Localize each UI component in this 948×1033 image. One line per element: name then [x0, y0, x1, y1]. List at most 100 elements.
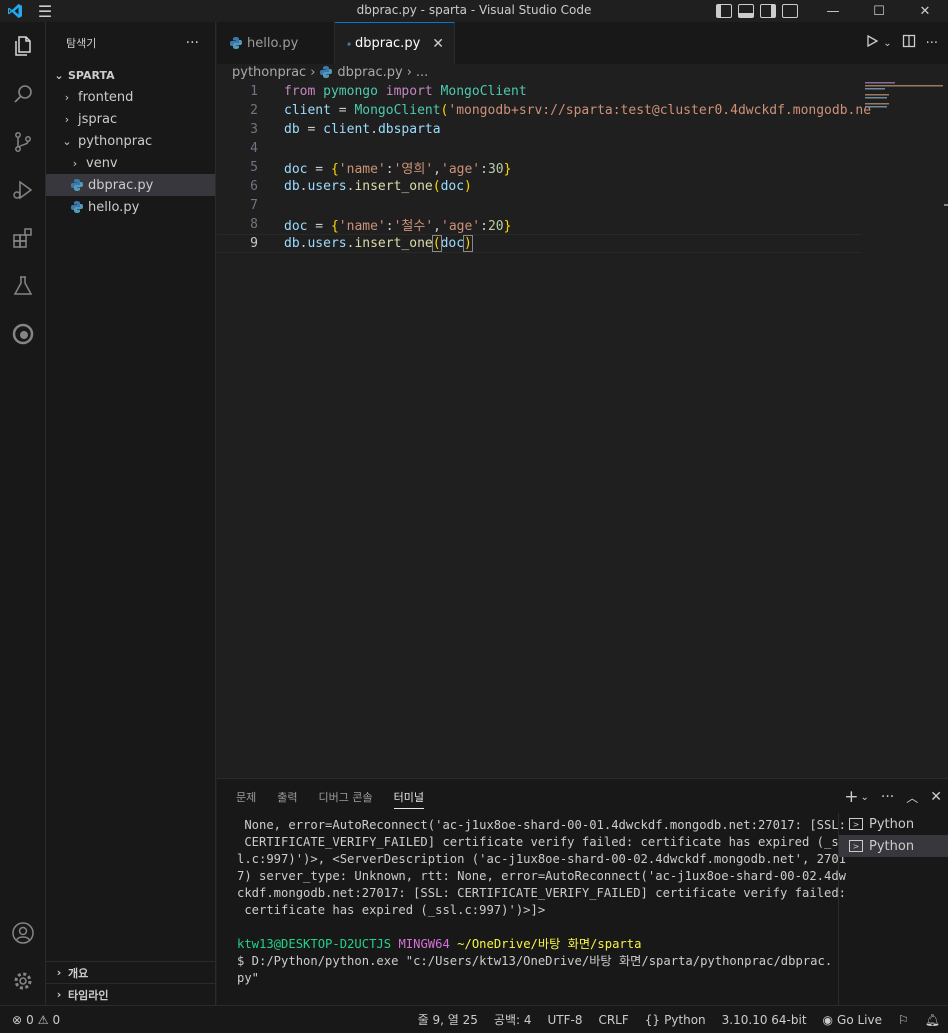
tree-folder-pythonprac[interactable]: ⌄ pythonprac	[46, 130, 215, 152]
source-control-icon[interactable]	[0, 118, 46, 166]
problems-indicator[interactable]: ⊗ 0 ⚠ 0	[0, 1013, 60, 1027]
toggle-primary-sidebar-icon[interactable]	[716, 4, 732, 18]
close-panel-icon[interactable]: ✕	[930, 789, 942, 805]
terminal-instance-label: Python	[869, 838, 915, 854]
tree-folder-jsprac[interactable]: › jsprac	[46, 108, 215, 130]
tree-folder-venv[interactable]: › venv	[46, 152, 215, 174]
editor-tabs: hello.py dbprac.py ✕ ⌄ ···	[217, 22, 948, 64]
line-number: 1	[250, 84, 258, 99]
line-number: 8	[250, 217, 258, 232]
terminal-icon: >	[849, 818, 863, 830]
indentation[interactable]: 공백: 4	[486, 1011, 540, 1028]
terminal-list: > Python > Python	[838, 813, 948, 1006]
breadcrumb-file[interactable]: dbprac.py	[337, 65, 402, 80]
terminal-line: 7) server_type: Unknown, rtt: None, erro…	[237, 869, 847, 883]
tree-file-dbprac[interactable]: dbprac.py	[46, 174, 215, 196]
account-icon[interactable]	[0, 909, 46, 957]
explorer-sidebar: 탐색기 ··· ⌄ SPARTA › frontend › jsprac ⌄ p…	[46, 22, 216, 1005]
run-dropdown-chevron-icon[interactable]: ⌄	[883, 38, 891, 49]
tab-label: hello.py	[247, 35, 299, 51]
code-text: db.users.insert_one(doc)	[284, 179, 472, 194]
code-text: doc = {'name':'철수','age':20}	[284, 219, 512, 234]
editor-more-actions-icon[interactable]: ···	[926, 36, 938, 51]
bottom-panel: 문제 출력 디버그 콘솔 터미널 + ⌄ ··· ︿ ✕ None, error…	[217, 778, 948, 1006]
tab-problems[interactable]: 문제	[229, 779, 263, 815]
go-live-button[interactable]: ◉ Go Live	[815, 1013, 890, 1027]
tab-terminal[interactable]: 터미널	[387, 779, 431, 815]
vscode-logo-icon[interactable]	[0, 0, 30, 22]
settings-gear-icon[interactable]	[0, 957, 46, 1005]
breadcrumb-more[interactable]: ...	[416, 65, 428, 80]
close-window-button[interactable]: ✕	[902, 0, 948, 22]
code-line: 7	[217, 196, 862, 215]
workspace-root-label: SPARTA	[68, 68, 115, 82]
outline-label: 개요	[68, 966, 89, 980]
tree-item-label: pythonprac	[78, 133, 153, 149]
toggle-secondary-sidebar-icon[interactable]	[760, 4, 776, 18]
encoding[interactable]: UTF-8	[539, 1013, 590, 1027]
code-text: doc = {'name':'영희','age':30}	[284, 162, 512, 177]
terminal-instance-active[interactable]: > Python	[839, 835, 948, 857]
testing-icon[interactable]	[0, 262, 46, 310]
maximize-panel-icon[interactable]: ︿	[906, 789, 918, 806]
tab-output[interactable]: 출력	[270, 779, 304, 815]
timeline-label: 타임라인	[68, 988, 109, 1002]
tab-debug-console[interactable]: 디버그 콘솔	[312, 779, 380, 815]
tab-dbprac-py[interactable]: dbprac.py ✕	[335, 22, 455, 64]
minimize-button[interactable]: —	[810, 0, 856, 22]
customize-layout-icon[interactable]	[782, 4, 798, 18]
language-mode[interactable]: {} Python	[637, 1013, 714, 1027]
search-icon[interactable]	[0, 70, 46, 118]
breadcrumb-folder[interactable]: pythonprac	[232, 65, 306, 80]
more-actions-icon[interactable]: ···	[186, 35, 199, 51]
terminal-command: py"	[237, 971, 260, 985]
terminal-output[interactable]: None, error=AutoReconnect('ac-j1ux8oe-sh…	[237, 817, 847, 987]
run-python-file-icon[interactable]	[865, 34, 879, 52]
extensions-icon[interactable]	[0, 214, 46, 262]
line-number: 5	[250, 160, 258, 175]
timeline-section[interactable]: › 타임라인	[46, 983, 216, 1005]
minimap[interactable]	[865, 82, 945, 122]
warning-count: 0	[52, 1012, 61, 1027]
maximize-button[interactable]: ☐	[856, 0, 902, 22]
tree-folder-frontend[interactable]: › frontend	[46, 86, 215, 108]
edge-devtools-icon[interactable]	[0, 310, 46, 358]
tree-item-label: venv	[86, 155, 118, 171]
outline-section[interactable]: › 개요	[46, 961, 216, 983]
run-debug-icon[interactable]	[0, 166, 46, 214]
tree-file-hello[interactable]: hello.py	[46, 196, 215, 218]
line-number: 9	[250, 236, 258, 251]
terminal-instance-label: Python	[869, 816, 915, 832]
prompt-shell: MINGW64	[398, 937, 450, 951]
code-line: 3 db = client.dbsparta	[217, 120, 862, 139]
workspace-root[interactable]: ⌄ SPARTA	[46, 64, 215, 86]
code-editor[interactable]: 1 from pymongo import MongoClient 2 clie…	[217, 82, 948, 778]
feedback-icon[interactable]: ⚐	[890, 1013, 917, 1027]
notifications-bell-icon[interactable]: 🔔︎	[917, 1013, 948, 1027]
toggle-panel-icon[interactable]	[738, 4, 754, 18]
menu-icon[interactable]: ☰	[30, 0, 60, 22]
terminal-line: CERTIFICATE_VERIFY_FAILED] certificate v…	[237, 835, 847, 849]
new-terminal-icon[interactable]: +	[844, 787, 858, 807]
python-file-icon	[320, 66, 333, 78]
split-editor-icon[interactable]	[902, 34, 916, 52]
tab-hello-py[interactable]: hello.py	[217, 22, 335, 64]
tab-label: dbprac.py	[354, 36, 421, 51]
close-tab-icon[interactable]: ✕	[432, 36, 444, 52]
python-interpreter[interactable]: 3.10.10 64-bit	[714, 1013, 815, 1027]
terminal-dropdown-chevron-icon[interactable]: ⌄	[861, 792, 869, 803]
panel-more-actions-icon[interactable]: ···	[881, 789, 894, 805]
broadcast-icon: ◉	[822, 1012, 834, 1027]
error-icon: ⊗	[12, 1012, 23, 1027]
terminal-instance[interactable]: > Python	[839, 813, 948, 835]
explorer-icon[interactable]	[0, 22, 46, 70]
terminal-line: ckdf.mongodb.net:27017: [SSL: CERTIFICAT…	[237, 886, 847, 900]
line-ending[interactable]: CRLF	[590, 1013, 636, 1027]
chevron-down-icon: ⌄	[54, 68, 64, 82]
code-text: from pymongo import MongoClient	[284, 84, 527, 99]
cursor-position[interactable]: 줄 9, 열 25	[410, 1011, 486, 1028]
line-number: 7	[250, 198, 258, 213]
chevron-right-icon: ›	[64, 90, 70, 104]
explorer-title: 탐색기	[66, 37, 97, 50]
activity-bar	[0, 22, 46, 1005]
